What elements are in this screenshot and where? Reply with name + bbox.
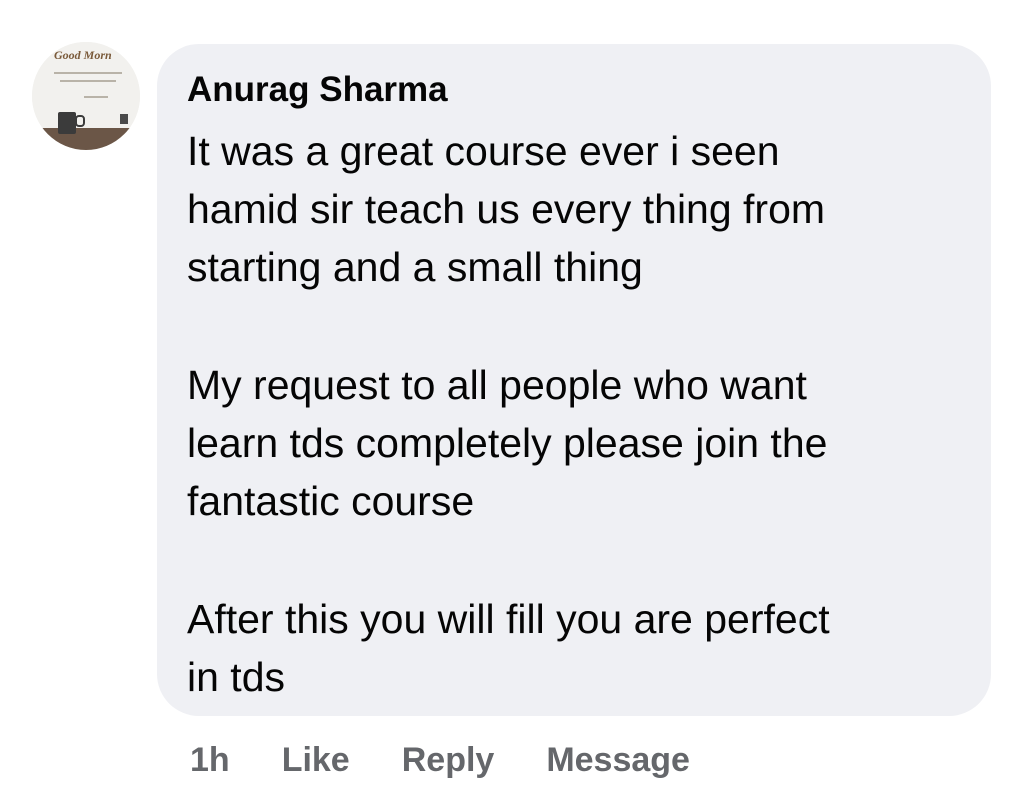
comment-paragraph: After this you will fill you are perfect…	[187, 596, 830, 700]
comment-body: It was a great course ever i seen hamid …	[187, 122, 977, 706]
comment-paragraph: It was a great course ever i seen hamid …	[187, 128, 826, 290]
comment-paragraph: My request to all people who want learn …	[187, 362, 828, 524]
message-button[interactable]: Message	[546, 741, 690, 780]
avatar-image: Good Morn	[32, 42, 140, 150]
avatar-overlay-text: Good Morn	[54, 48, 112, 62]
reply-button[interactable]: Reply	[402, 741, 495, 780]
avatar[interactable]: Good Morn	[32, 42, 140, 150]
comment-actions: 1h Like Reply Message	[190, 738, 742, 782]
comment-bubble: Anurag Sharma It was a great course ever…	[157, 44, 991, 716]
comment-author[interactable]: Anurag Sharma	[187, 70, 448, 110]
like-button[interactable]: Like	[282, 741, 350, 780]
comment-timestamp[interactable]: 1h	[190, 741, 230, 780]
